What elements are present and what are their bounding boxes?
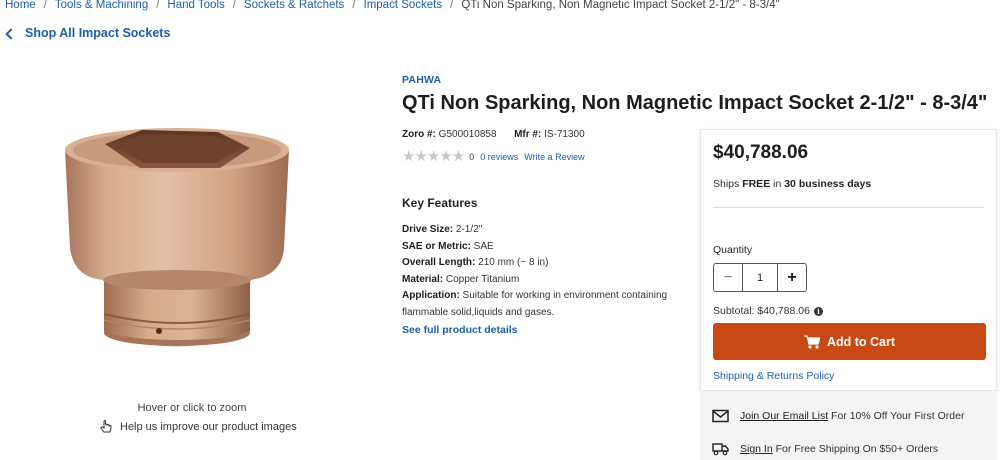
decrease-quantity-button[interactable]: −: [714, 264, 743, 291]
zoro-label: Zoro #:: [402, 129, 436, 140]
breadcrumb-separator: /: [232, 0, 236, 11]
back-link-label: Shop All Impact Sockets: [25, 26, 171, 40]
reviews-link[interactable]: 0 reviews: [480, 152, 518, 162]
email-list-link[interactable]: Join Our Email List: [740, 410, 828, 422]
feature-row: Application: Suitable for working in env…: [402, 288, 687, 321]
feature-row: Drive Size: 2-1/2": [402, 222, 687, 239]
subtotal: Subtotal: $40,788.06 i: [713, 305, 823, 317]
ships-prefix: Ships: [713, 178, 743, 190]
add-to-cart-button[interactable]: Add to Cart: [713, 323, 986, 360]
breadcrumb-separator: /: [156, 0, 160, 11]
feature-label: Drive Size:: [402, 224, 454, 235]
ships-days: 30 business days: [784, 178, 872, 190]
shipping-promo: Sign In For Free Shipping On $50+ Orders: [712, 442, 938, 456]
subtotal-text: Subtotal: $40,788.06: [713, 305, 810, 317]
price: $40,788.06: [713, 142, 809, 163]
mfr-label: Mfr #:: [514, 129, 542, 140]
feature-value: 210 mm (~ 8 in): [475, 257, 549, 268]
shop-all-impact-sockets-link[interactable]: Shop All Impact Sockets: [5, 26, 171, 40]
write-review-link[interactable]: Write a Review: [524, 152, 584, 162]
rating-summary: ★★★★★ 0 0 reviews Write a Review: [402, 149, 585, 164]
rating-count: 0: [469, 151, 475, 162]
add-to-cart-label: Add to Cart: [826, 334, 896, 349]
star-rating-icon: ★★★★★: [402, 148, 465, 165]
feature-value: SAE: [470, 240, 494, 252]
key-features-heading: Key Features: [402, 196, 478, 210]
breadcrumb-separator: /: [352, 0, 356, 11]
shipping-promo-text: For Free Shipping On $50+ Orders: [772, 443, 939, 455]
feature-label: Overall Length:: [402, 257, 476, 268]
feature-value: Copper Titanium: [443, 273, 520, 285]
sign-in-link[interactable]: Sign In: [740, 443, 773, 455]
see-full-details-link[interactable]: See full product details: [402, 324, 518, 336]
info-icon[interactable]: i: [813, 306, 823, 316]
product-ids: Zoro #: G500010858 Mfr #: IS-71300: [402, 129, 585, 140]
breadcrumb-separator: /: [450, 0, 454, 11]
breadcrumb-tools-machining[interactable]: Tools & Machining: [55, 0, 148, 11]
breadcrumb: Home / Tools & Machining / Hand Tools / Socket…: [5, 0, 780, 11]
email-promo-text: For 10% Off Your First Order: [828, 410, 965, 422]
key-features-list: Drive Size: 2-1/2" SAE or Metric: SAE Ov…: [402, 222, 687, 321]
breadcrumb-hand-tools[interactable]: Hand Tools: [167, 0, 224, 11]
feature-label: Material:: [402, 273, 444, 285]
brand-link[interactable]: PAHWA: [402, 74, 441, 86]
improve-label: Help us improve our product images: [120, 421, 297, 433]
divider: [713, 207, 984, 208]
product-image[interactable]: [60, 128, 292, 356]
shipping-returns-link[interactable]: Shipping & Returns Policy: [713, 370, 834, 382]
buy-box: $40,788.06 Ships FREE in 30 business day…: [700, 129, 997, 391]
feature-label: Application:: [402, 290, 460, 301]
cart-icon: [803, 334, 820, 349]
feature-label: SAE or Metric:: [402, 240, 471, 252]
increase-quantity-button[interactable]: +: [777, 264, 806, 291]
breadcrumb-separator: /: [43, 0, 47, 11]
chevron-left-icon: [5, 27, 17, 40]
quantity-input[interactable]: 1: [743, 264, 777, 291]
ships-mid: in: [770, 178, 785, 190]
breadcrumb-impact-sockets[interactable]: Impact Sockets: [364, 0, 443, 11]
improve-images-link[interactable]: Help us improve our product images: [98, 419, 297, 435]
breadcrumb-current: QTi Non Sparking, Non Magnetic Impact So…: [461, 0, 780, 11]
feature-row: Material: Copper Titanium: [402, 272, 687, 289]
quantity-label: Quantity: [713, 244, 753, 256]
feature-row: SAE or Metric: SAE: [402, 239, 687, 256]
hand-pointer-icon: [100, 420, 112, 433]
promo-box: Join Our Email List For 10% Off Your Fir…: [700, 391, 997, 460]
feature-value: 2-1/2": [453, 224, 483, 235]
zoro-number: G500010858: [438, 129, 497, 140]
email-promo: Join Our Email List For 10% Off Your Fir…: [712, 409, 964, 423]
product-title: QTi Non Sparking, Non Magnetic Impact So…: [402, 92, 988, 114]
ships-free: FREE: [742, 178, 771, 190]
mfr-number: IS-71300: [544, 129, 585, 140]
envelope-icon: [712, 409, 729, 423]
quantity-stepper: − 1 +: [713, 263, 807, 292]
impact-socket-image: [65, 128, 289, 347]
shipping-info: Ships FREE in 30 business days: [713, 178, 871, 190]
feature-row: Overall Length: 210 mm (~ 8 in): [402, 255, 687, 272]
breadcrumb-home[interactable]: Home: [5, 0, 36, 11]
zoom-hint: Hover or click to zoom: [137, 402, 247, 414]
truck-icon: [712, 443, 729, 456]
breadcrumb-sockets-ratchets[interactable]: Sockets & Ratchets: [244, 0, 344, 11]
